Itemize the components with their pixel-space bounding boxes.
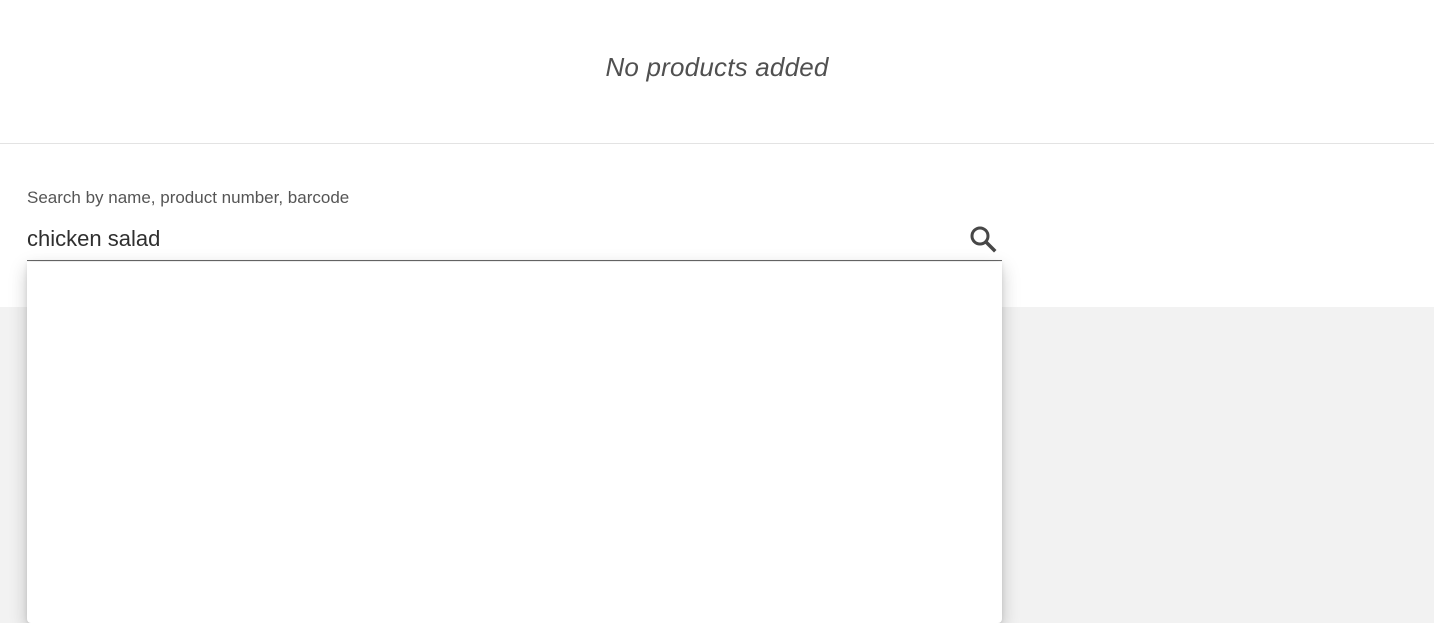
- search-results-dropdown[interactable]: [27, 262, 1002, 623]
- search-label: Search by name, product number, barcode: [27, 188, 350, 207]
- empty-cart-message: No products added: [605, 52, 829, 82]
- search-icon: [967, 223, 999, 255]
- search-field[interactable]: [27, 220, 1002, 261]
- search-button[interactable]: [967, 223, 999, 255]
- search-input[interactable]: [27, 220, 947, 258]
- cart-summary-section: No products added: [0, 0, 1434, 144]
